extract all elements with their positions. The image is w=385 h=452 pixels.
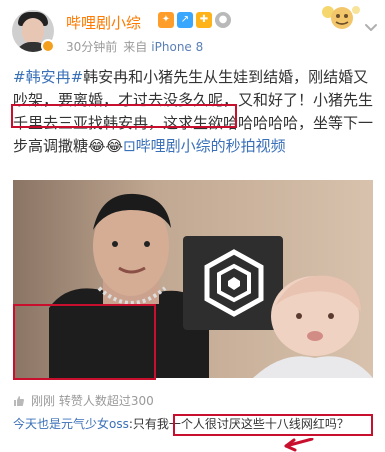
- verified-badge-icon: [41, 39, 55, 53]
- comment-highlight-box: [173, 414, 373, 436]
- text-highlight-box: [11, 104, 237, 128]
- user-badges: ✦ ↗ ✚ ●: [158, 12, 231, 28]
- level-icon: ✚: [196, 12, 212, 28]
- account-name[interactable]: 哔哩剧小综: [66, 12, 141, 33]
- video-link[interactable]: 哔哩剧小综的秒拍视频: [136, 137, 286, 155]
- comment-user[interactable]: 今天也是元气少女oss: [13, 417, 129, 431]
- topic-tag[interactable]: #韩安冉#: [13, 68, 83, 86]
- post-meta: 30分钟前 来自 iPhone 8: [66, 38, 203, 55]
- video-link-icon[interactable]: ⊡: [123, 137, 136, 155]
- post-time: 30分钟前: [66, 40, 118, 54]
- arrow-icon: [284, 438, 314, 452]
- device-link[interactable]: iPhone 8: [151, 40, 203, 54]
- source-prefix: 来自: [123, 40, 148, 54]
- chevron-down-icon[interactable]: [363, 20, 379, 36]
- decorative-mascot-icon: [322, 6, 360, 29]
- video-person-baby: [253, 275, 373, 378]
- video-highlight-box: [13, 304, 156, 380]
- post-header: 哔哩剧小综 ✦ ↗ ✚ ● 30分钟前 来自 iPhone 8: [0, 0, 385, 62]
- engagement-text: 刚刚 转赞人数超过300: [31, 394, 154, 408]
- medal-icon: ●: [215, 12, 231, 28]
- thumbs-up-icon: [14, 395, 24, 406]
- vip-icon: ✦: [158, 12, 174, 28]
- member-icon: ↗: [177, 12, 193, 28]
- avatar-face: [22, 18, 44, 44]
- engagement-row: 刚刚 转赞人数超过300: [13, 392, 154, 409]
